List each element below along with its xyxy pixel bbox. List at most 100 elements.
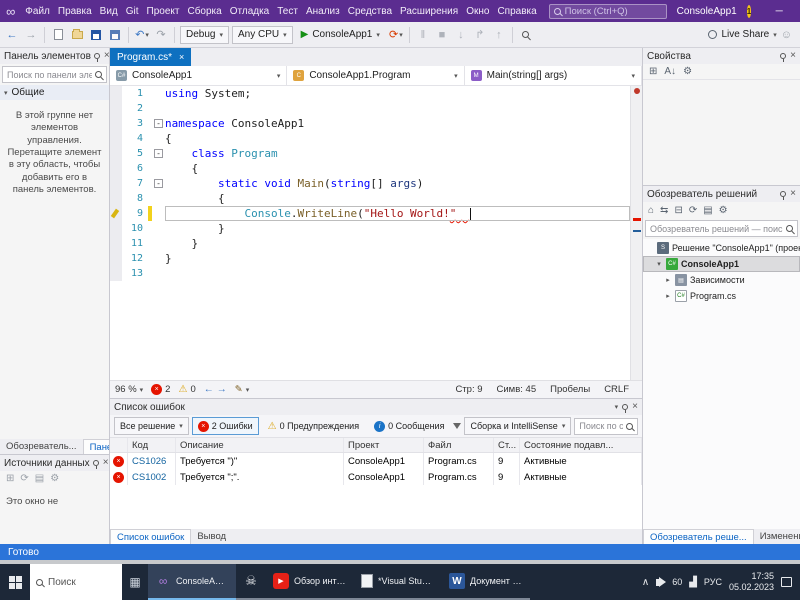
filter-icon[interactable] (453, 423, 461, 429)
tree-expander-icon[interactable]: ▸ (664, 276, 672, 284)
file-errors-indicator[interactable]: ×2 (151, 384, 170, 395)
taskbar-app-notepad[interactable]: *Visual Studio.txt - ... (354, 564, 442, 600)
configure-icon[interactable]: ▤ (35, 473, 44, 484)
code-line-4[interactable]: 4{ (110, 131, 630, 146)
hot-reload-icon[interactable]: ⟳▾ (388, 26, 404, 44)
spaces-indicator[interactable]: Пробелы (550, 384, 590, 395)
member-dropdown[interactable]: M Main(string[] args) ▾ (465, 66, 642, 85)
messages-filter-button[interactable]: i 0 Сообщения (368, 417, 450, 435)
properties-icon[interactable]: ⚙ (719, 205, 728, 216)
error-row[interactable]: ×CS1026Требуется ")"ConsoleApp1Program.c… (110, 453, 642, 469)
toolbox-group-general[interactable]: ▾ Общие (0, 85, 109, 100)
code-line-11[interactable]: 11 } (110, 236, 630, 251)
refresh-icon[interactable]: ⟳ (689, 205, 697, 216)
code-text[interactable]: using System; (165, 86, 630, 101)
solution-platforms-dropdown[interactable]: Any CPU▾ (232, 26, 293, 44)
close-icon[interactable]: × (103, 458, 109, 468)
code-text[interactable]: class Program (165, 146, 630, 161)
tree-item-solution[interactable]: SРешение "ConsoleApp1" (проекты: 1 из 1) (643, 240, 800, 256)
stop-debugging-icon[interactable]: ■ (434, 26, 450, 44)
redo-icon[interactable]: ↷ (153, 26, 169, 44)
previous-issue-icon[interactable]: ← (204, 384, 214, 395)
clock[interactable]: 17:35 05.02.2023 (729, 571, 774, 593)
navigate-back-icon[interactable]: ← (4, 26, 20, 44)
menu-item-Расширения[interactable]: Расширения (396, 6, 462, 17)
tree-item-csfile[interactable]: ▸C#Program.cs (643, 288, 800, 304)
task-view-icon[interactable]: ▦ (122, 564, 148, 600)
document-health-indicator[interactable] (634, 88, 640, 94)
fold-collapse-icon[interactable]: - (154, 149, 163, 158)
severity-column-header[interactable] (110, 438, 128, 452)
close-icon[interactable]: × (632, 402, 638, 412)
step-into-icon[interactable]: ↓ (453, 26, 469, 44)
close-icon[interactable]: × (104, 51, 109, 61)
tab-output[interactable]: Вывод (191, 529, 232, 544)
menu-item-Сборка[interactable]: Сборка (183, 6, 225, 17)
error-list-search[interactable] (574, 418, 638, 435)
menu-item-Git[interactable]: Git (122, 6, 143, 17)
chevron-down-icon[interactable]: ▾ (615, 403, 619, 411)
code-text[interactable]: static void Main(string[] args) (165, 176, 630, 191)
live-share-button[interactable]: Live Share ▾ ☺ (708, 29, 796, 41)
feedback-icon[interactable]: ☺ (781, 29, 792, 41)
tree-expander-icon[interactable]: ▸ (664, 292, 672, 300)
step-over-icon[interactable]: ↱ (472, 26, 488, 44)
save-icon[interactable] (88, 26, 104, 44)
tree-expander-icon[interactable]: ▾ (655, 260, 663, 268)
tree-item-dependencies[interactable]: ▸▤Зависимости (643, 272, 800, 288)
menu-item-Отладка[interactable]: Отладка (226, 6, 274, 17)
code-line-8[interactable]: 8 { (110, 191, 630, 206)
tab-git-changes[interactable]: Изменения Git — По... (754, 529, 800, 544)
tab-program-cs[interactable]: Program.cs* × (110, 48, 191, 66)
error-row[interactable]: ×CS1002Требуется ";".ConsoleApp1Program.… (110, 469, 642, 485)
break-all-icon[interactable]: ‖ (415, 26, 431, 44)
undo-icon[interactable]: ↶▾ (134, 26, 150, 44)
next-issue-icon[interactable]: → (217, 384, 227, 395)
code-editor[interactable]: 1using System;23-namespace ConsoleApp14{… (110, 86, 642, 380)
find-in-files-icon[interactable] (518, 26, 534, 44)
menu-item-Вид[interactable]: Вид (96, 6, 122, 17)
action-center-icon[interactable] (781, 577, 792, 587)
toolbox-search-input[interactable] (7, 70, 92, 80)
navigate-forward-icon[interactable]: → (23, 26, 39, 44)
code-area[interactable]: 1using System;23-namespace ConsoleApp14{… (110, 86, 630, 380)
pin-icon[interactable] (622, 404, 628, 410)
categorized-icon[interactable]: ⊞ (649, 66, 657, 77)
tree-item-csproj[interactable]: ▾C#ConsoleApp1 (643, 256, 800, 272)
collapse-all-icon[interactable]: ⊟ (674, 205, 682, 216)
code-line-9[interactable]: 9 Console.WriteLine("Hello World!" (110, 206, 630, 221)
quick-launch-input[interactable] (565, 6, 662, 17)
close-icon[interactable]: × (790, 51, 796, 61)
pin-icon[interactable] (94, 53, 100, 59)
code-line-6[interactable]: 6 { (110, 161, 630, 176)
new-file-icon[interactable] (50, 26, 66, 44)
menu-item-Правка[interactable]: Правка (54, 6, 96, 17)
taskbar-app-skull[interactable]: ☠ (236, 564, 266, 600)
maximize-button[interactable]: □ (793, 0, 800, 22)
code-line-10[interactable]: 10 } (110, 221, 630, 236)
zoom-control[interactable]: 96 %▾ (115, 384, 143, 395)
tab-solution-explorer[interactable]: Обозреватель реше... (643, 529, 754, 544)
code-column-header[interactable]: Код (128, 438, 176, 452)
tab-error-list[interactable]: Список ошибок (110, 529, 191, 544)
menu-item-Окно[interactable]: Окно (462, 6, 493, 17)
minimize-button[interactable]: ─ (765, 0, 793, 22)
quick-launch-search[interactable] (549, 4, 667, 19)
start-button[interactable] (0, 564, 30, 600)
code-text[interactable]: } (165, 251, 630, 266)
settings-icon[interactable]: ⚙ (50, 473, 59, 484)
property-pages-icon[interactable]: ⚙ (683, 66, 692, 77)
notifications-button[interactable]: 1 (747, 5, 751, 18)
network-icon[interactable]: ▟ (689, 577, 697, 588)
pin-icon[interactable] (780, 53, 786, 59)
solution-configurations-dropdown[interactable]: Debug▾ (180, 26, 229, 44)
menu-item-Справка[interactable]: Справка (493, 6, 540, 17)
code-text[interactable]: } (165, 221, 630, 236)
error-code-cell[interactable]: CS1002 (128, 469, 176, 485)
close-icon[interactable]: × (790, 189, 796, 199)
menu-item-Проект[interactable]: Проект (143, 6, 184, 17)
step-out-icon[interactable]: ↑ (491, 26, 507, 44)
menu-item-Файл[interactable]: Файл (21, 6, 54, 17)
open-file-icon[interactable] (69, 26, 85, 44)
pin-icon[interactable] (780, 191, 786, 197)
